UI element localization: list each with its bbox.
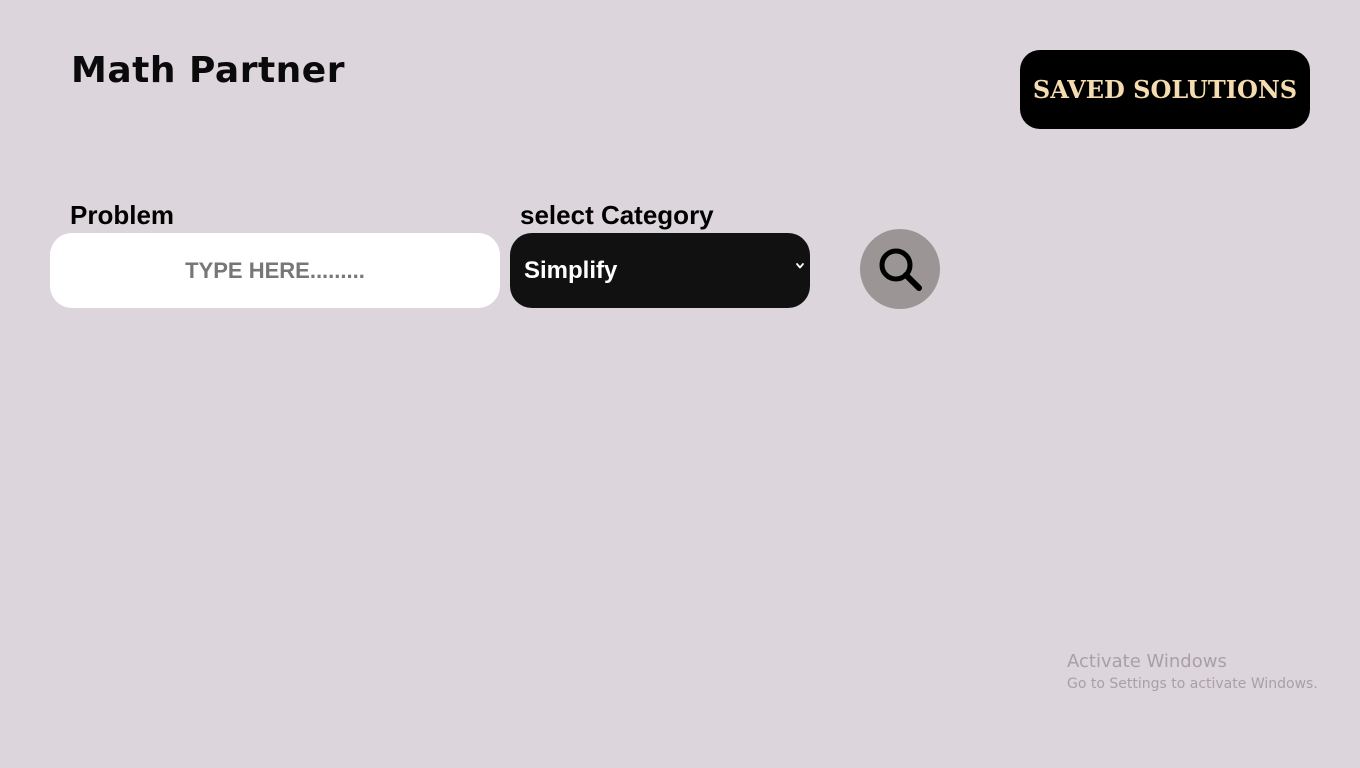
page: Math Partner SAVED SOLUTIONS Problem sel… [0, 0, 1360, 768]
search-icon [879, 248, 922, 291]
category-label: select Category [520, 200, 714, 230]
watermark-title: Activate Windows [1067, 651, 1227, 672]
search-button[interactable] [860, 229, 940, 309]
chevron-down-icon [796, 263, 804, 269]
saved-solutions-button[interactable]: SAVED SOLUTIONS [1020, 50, 1310, 129]
category-selected-value: Simplify [524, 256, 618, 284]
problem-label: Problem [70, 200, 175, 230]
app-title: Math Partner [71, 50, 345, 91]
problem-input[interactable] [50, 233, 500, 308]
windows-activation-watermark: Activate Windows Go to Settings to activ… [1067, 651, 1318, 695]
watermark-subtitle: Go to Settings to activate Windows. [1067, 676, 1318, 692]
category-select[interactable]: Simplify [510, 233, 810, 308]
